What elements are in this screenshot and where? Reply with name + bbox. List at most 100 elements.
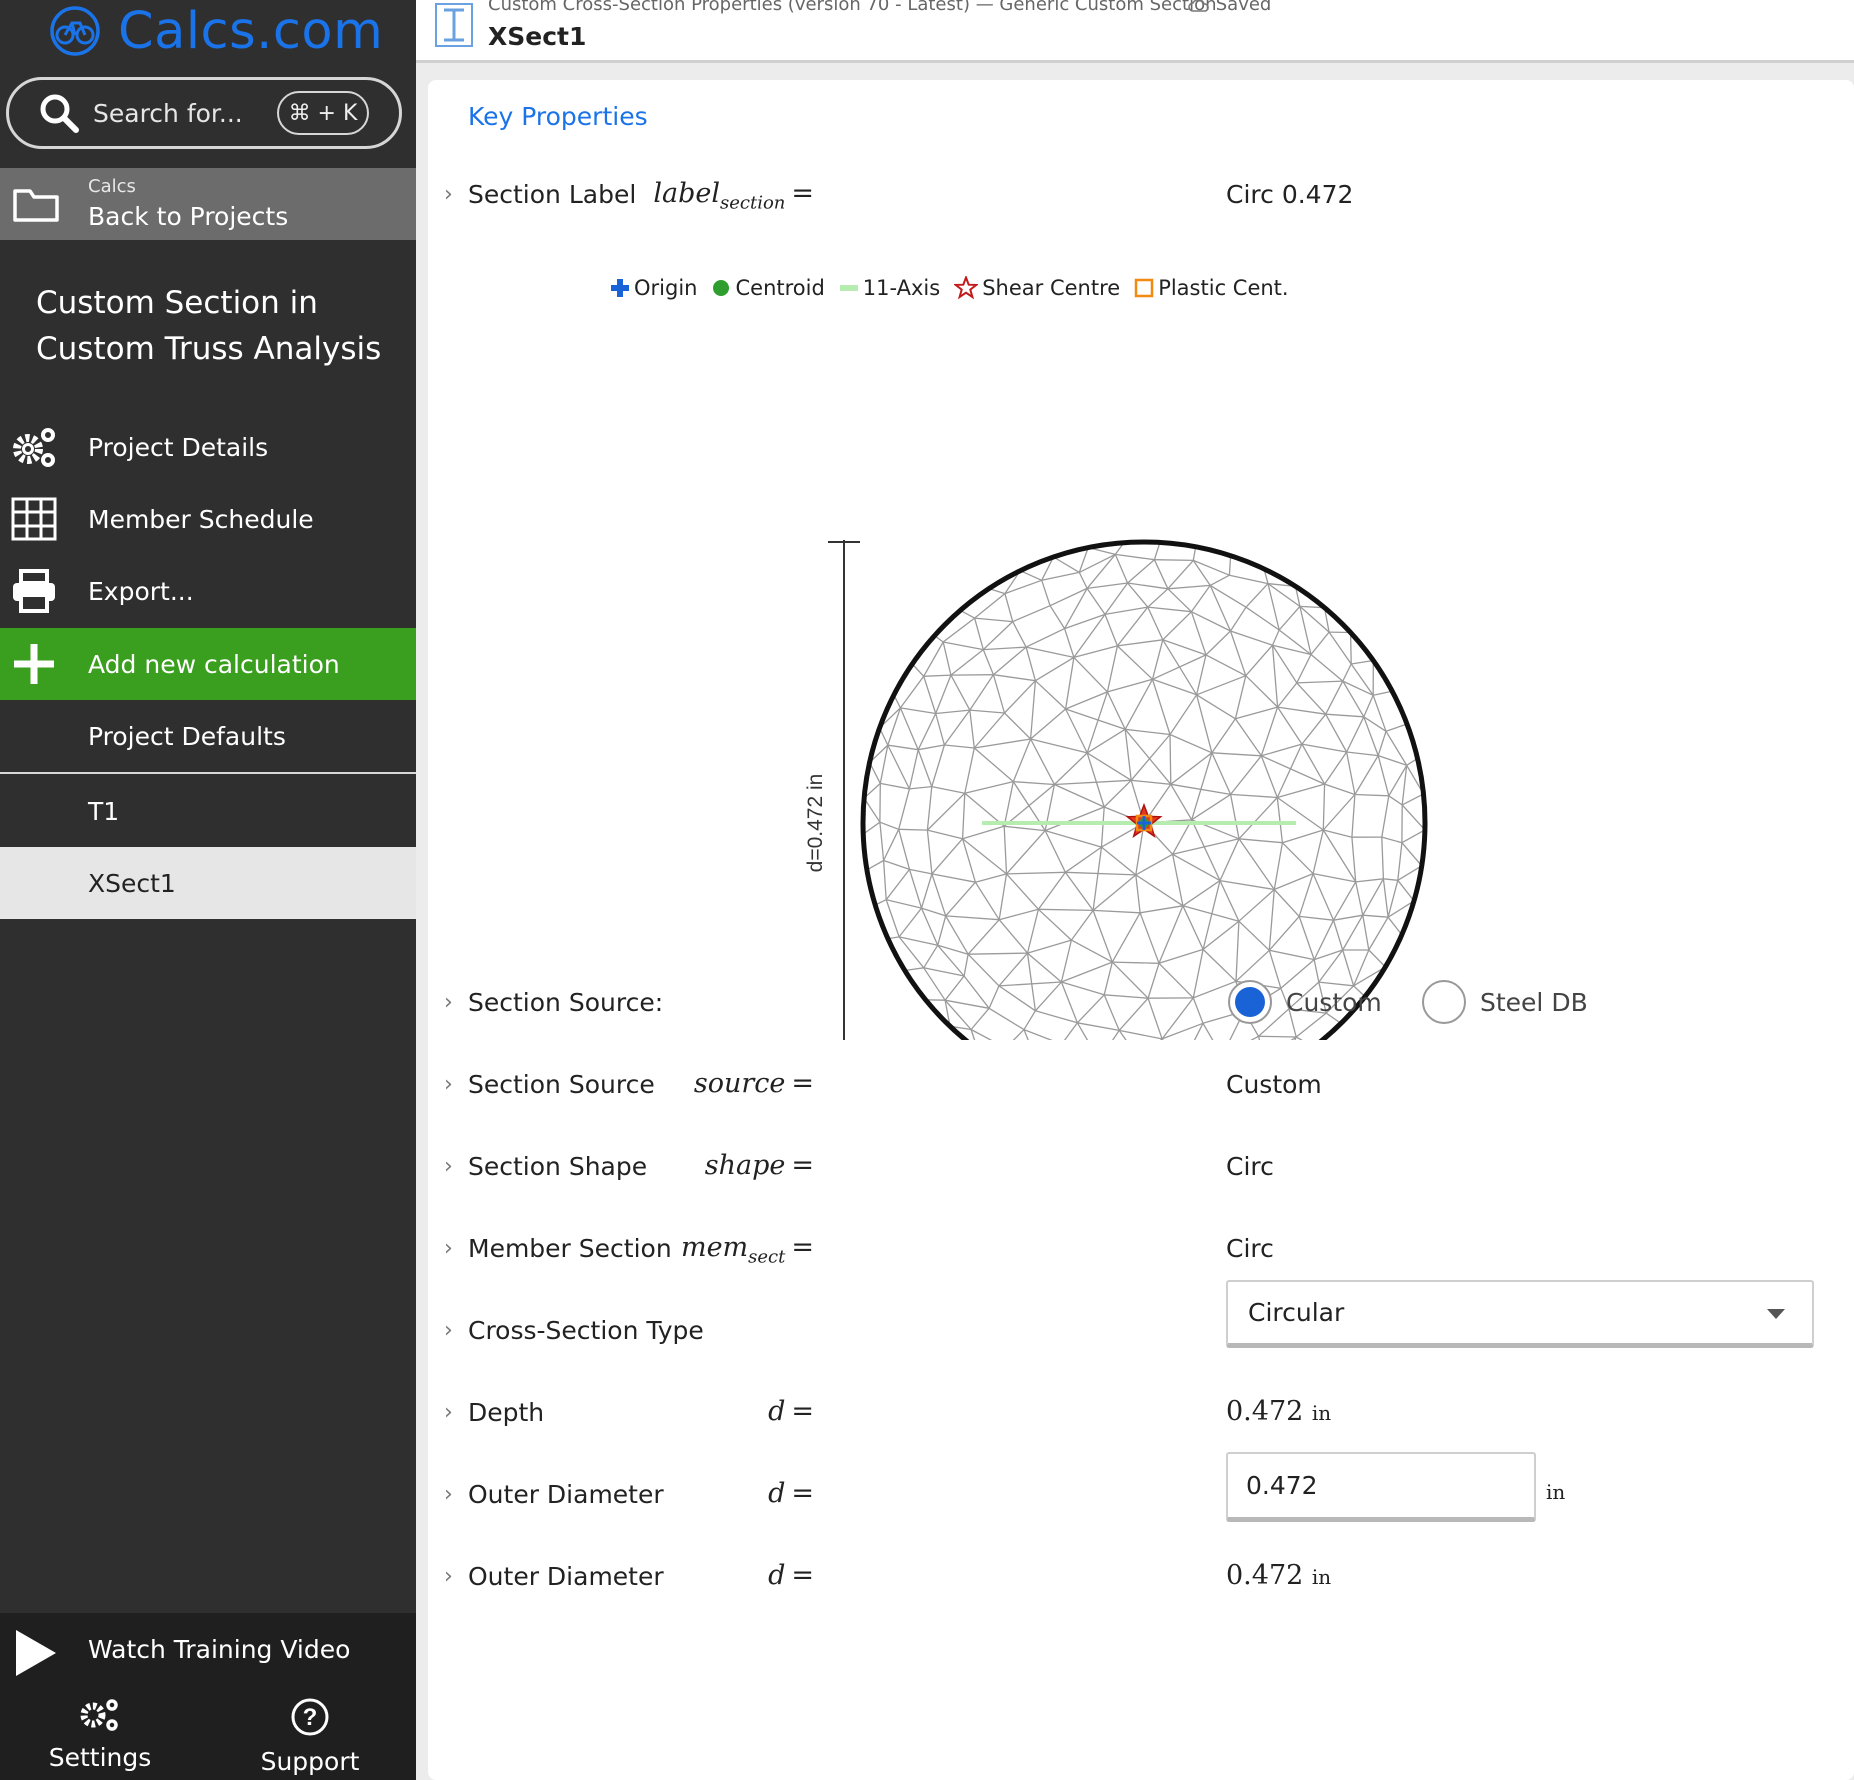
mesh-edge	[1065, 871, 1136, 876]
chevron-right-icon[interactable]: ›	[444, 182, 453, 207]
mesh-edge	[1087, 582, 1128, 590]
section-figure: d=0.472 in	[796, 440, 1436, 1107]
mesh-edge	[1401, 804, 1426, 831]
mesh-edge	[968, 952, 1028, 955]
nav-export[interactable]: Export...	[0, 555, 416, 627]
mesh-edge	[1025, 646, 1075, 659]
mesh-edge	[1261, 743, 1303, 757]
radio-button[interactable]	[1422, 980, 1466, 1024]
chevron-right-icon[interactable]: ›	[444, 1564, 453, 1589]
chevron-right-icon[interactable]: ›	[444, 1072, 453, 1097]
mesh-edge	[992, 674, 1006, 714]
mesh-edge	[1324, 751, 1348, 785]
mesh-edge	[1298, 916, 1315, 960]
mesh-edge	[1130, 734, 1171, 781]
mesh-edge	[1054, 783, 1105, 808]
mesh-edge	[866, 859, 884, 871]
mesh-edge	[1325, 713, 1364, 718]
chevron-right-icon[interactable]: ›	[444, 1318, 453, 1343]
mesh-edge	[1274, 872, 1314, 891]
mesh-edge	[885, 899, 900, 938]
mesh-edge	[1086, 752, 1105, 808]
mesh-edge	[1004, 825, 1046, 832]
row-section-shape[interactable]: › Section Shape shape = Circ	[428, 1142, 1854, 1192]
mesh-edge	[967, 919, 1000, 955]
mesh-edge	[887, 744, 919, 751]
mesh-edge	[944, 744, 975, 749]
mesh-edge	[931, 744, 946, 787]
mesh-edge	[962, 838, 1007, 875]
search-box[interactable]: Search for... ⌘ + K	[6, 77, 402, 149]
calc-title[interactable]: XSect1	[488, 22, 586, 51]
radio-custom[interactable]: Custom	[1228, 980, 1382, 1024]
key-properties-link[interactable]: Key Properties	[468, 102, 648, 131]
calcs-logo[interactable]: Calcs.com	[44, 0, 383, 62]
mesh-edge	[1086, 728, 1126, 754]
mesh-edge	[982, 649, 995, 675]
mesh-edge	[962, 825, 1005, 840]
mesh-edge	[1006, 871, 1066, 875]
breadcrumb[interactable]: Custom Cross-Section Properties (version…	[488, 0, 1217, 15]
mesh-edge	[1151, 639, 1164, 680]
mesh-edge	[1205, 630, 1231, 656]
nav-project-defaults[interactable]: Project Defaults	[0, 700, 416, 774]
mesh-edge	[1363, 695, 1374, 718]
mesh-edge	[1100, 806, 1105, 848]
nav-member-schedule[interactable]: Member Schedule	[0, 483, 416, 555]
mesh-edge	[1124, 729, 1132, 781]
chevron-right-icon[interactable]: ›	[444, 1482, 453, 1507]
saved-status: Saved	[1188, 0, 1271, 15]
mesh-edge	[1025, 646, 1037, 681]
row-member-section[interactable]: › Member Section memsect = Circ	[428, 1224, 1854, 1274]
mesh-edge	[969, 709, 1005, 714]
mesh-edge	[1169, 734, 1172, 785]
row-symbol: source =	[693, 1068, 814, 1099]
watch-training-video-button[interactable]: Watch Training Video	[0, 1613, 416, 1693]
play-icon	[16, 1630, 56, 1676]
mesh-edge	[1196, 675, 1247, 696]
mesh-edge	[1211, 752, 1232, 795]
mesh-edge	[1397, 842, 1403, 881]
nav-calc-t1[interactable]: T1	[0, 775, 416, 847]
mesh-edge	[973, 747, 1014, 783]
back-to-projects-button[interactable]: Calcs Back to Projects	[0, 168, 416, 240]
chevron-right-icon[interactable]: ›	[444, 1154, 453, 1179]
brand-name: Calcs.com	[118, 1, 384, 61]
mesh-edge	[1382, 878, 1389, 918]
caret-down-icon	[1767, 1309, 1785, 1319]
nav-calc-xsect1[interactable]: XSect1	[0, 847, 416, 919]
support-button[interactable]: ? Support	[220, 1697, 400, 1776]
mesh-edge	[1385, 730, 1408, 766]
outer-diameter-input[interactable]: 0.472	[1226, 1452, 1536, 1522]
row-section-source-radio[interactable]: › Section Source: Custom Steel DB	[428, 978, 1854, 1028]
mesh-edge	[1147, 588, 1169, 608]
mesh-edge	[1211, 718, 1236, 754]
row-outer-diameter[interactable]: › Outer Diameter d = 0.472 in	[428, 1552, 1854, 1602]
settings-button[interactable]: Settings	[10, 1697, 190, 1772]
mesh-edge	[993, 674, 1036, 682]
radio-steel-db[interactable]: Steel DB	[1422, 980, 1588, 1024]
row-depth[interactable]: › Depth d = 0.472 in	[428, 1388, 1854, 1438]
mesh-edge	[931, 838, 964, 875]
row-outer-diameter-input[interactable]: › Outer Diameter d = 0.472 in	[428, 1452, 1854, 1522]
legend-11-axis: 11-Axis	[839, 276, 940, 300]
cross-section-type-select[interactable]: Circular	[1226, 1280, 1814, 1348]
mesh-edge	[1234, 675, 1247, 719]
nav-project-details[interactable]: Project Details	[0, 411, 416, 483]
row-label: Outer Diameter	[468, 1480, 664, 1509]
bike-logo-icon	[50, 6, 100, 56]
row-section-source[interactable]: › Section Source source = Custom	[428, 1060, 1854, 1110]
mesh-edge	[1064, 871, 1094, 911]
input-value: 0.472	[1246, 1471, 1318, 1500]
row-cross-section-type[interactable]: › Cross-Section Type Circular	[428, 1280, 1854, 1376]
add-new-calculation-button[interactable]: Add new calculation	[0, 628, 416, 700]
mesh-edge	[950, 674, 971, 711]
radio-button-selected[interactable]	[1228, 980, 1272, 1024]
mesh-edge	[1219, 880, 1240, 922]
legend-origin: Origin	[610, 276, 697, 300]
chevron-right-icon[interactable]: ›	[444, 990, 453, 1015]
row-section-label[interactable]: › Section Label labelsection = Circ 0.472	[428, 170, 1854, 220]
chevron-right-icon[interactable]: ›	[444, 1400, 453, 1425]
chevron-right-icon[interactable]: ›	[444, 1236, 453, 1261]
mesh-edge	[1238, 797, 1278, 840]
